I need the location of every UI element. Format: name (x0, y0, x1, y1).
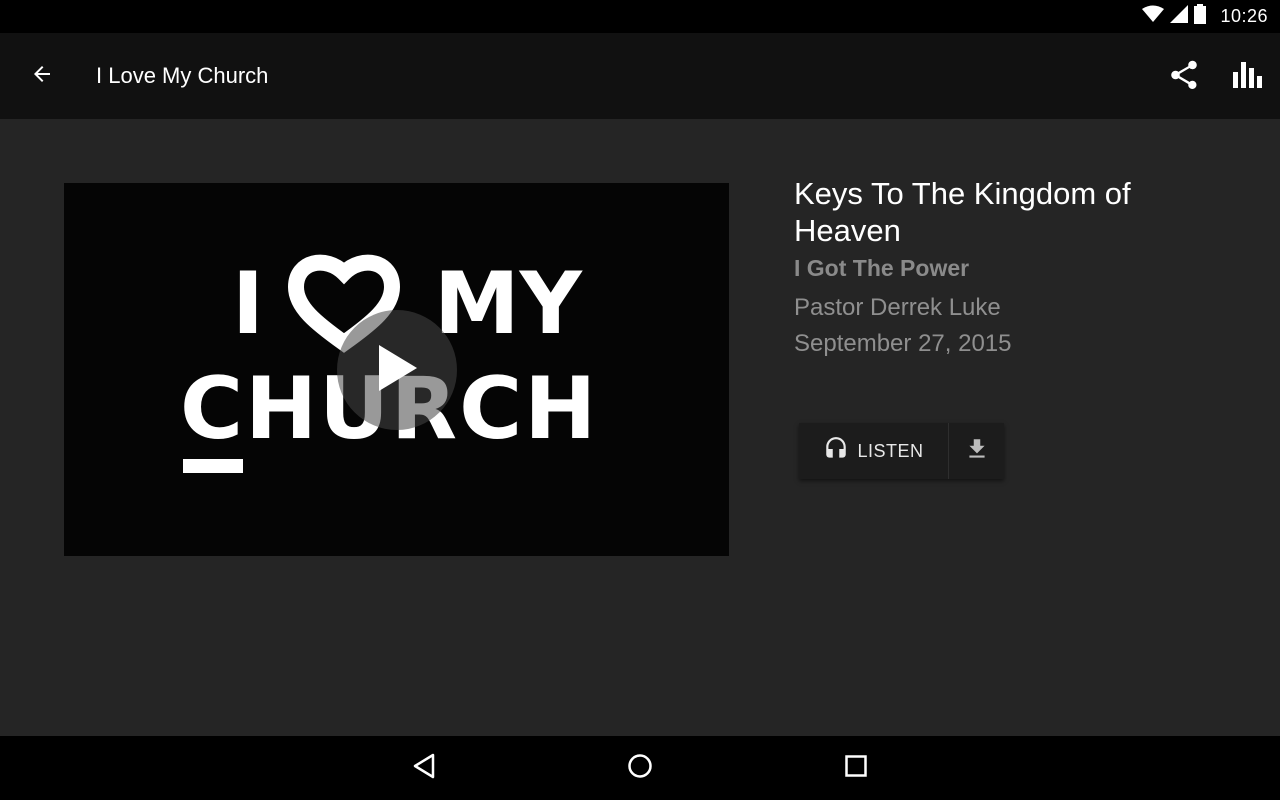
headphones-icon (823, 436, 849, 467)
sermon-date: September 27, 2015 (794, 330, 1012, 357)
nav-back-button[interactable] (404, 748, 444, 788)
play-icon (375, 343, 419, 398)
nav-home-icon (626, 752, 654, 785)
page-title: I Love My Church (96, 63, 269, 88)
download-icon (964, 436, 990, 467)
nav-recents-button[interactable] (836, 748, 876, 788)
status-bar: 10:26 (0, 0, 1280, 33)
play-button[interactable] (337, 310, 457, 430)
status-icons: 10:26 (1142, 3, 1268, 29)
content-area: I MY CHURCH Keys To The Kingdom of Heave… (0, 119, 1280, 736)
system-nav-bar (0, 736, 1280, 800)
svg-text:I: I (232, 254, 264, 354)
cell-signal-icon (1170, 4, 1189, 28)
sermon-title: Keys To The Kingdom of Heaven (794, 176, 1131, 248)
nav-home-button[interactable] (620, 748, 660, 788)
bar-chart-icon (1233, 60, 1263, 95)
series-title: I Got The Power (794, 255, 970, 281)
download-button[interactable] (949, 423, 1004, 479)
sermon-details: Keys To The Kingdom of Heaven I Got The … (794, 175, 1234, 358)
nav-recents-icon (844, 754, 868, 783)
video-player[interactable]: I MY CHURCH (64, 183, 729, 556)
battery-icon (1194, 3, 1207, 29)
logo-underline (183, 459, 243, 473)
listen-label: LISTEN (857, 440, 924, 461)
speaker-name: Pastor Derrek Luke (794, 294, 1001, 321)
app-bar: I Love My Church (0, 33, 1280, 119)
nav-back-icon (411, 752, 437, 785)
stats-button[interactable] (1228, 57, 1268, 97)
status-time: 10:26 (1220, 5, 1268, 26)
share-icon (1167, 58, 1201, 97)
svg-text:MY: MY (434, 254, 584, 354)
back-button[interactable] (22, 56, 62, 96)
share-button[interactable] (1164, 57, 1204, 97)
listen-button[interactable]: LISTEN (799, 423, 949, 479)
media-actions: LISTEN (799, 423, 1004, 479)
wifi-icon (1142, 5, 1165, 28)
arrow-back-icon (30, 62, 54, 91)
